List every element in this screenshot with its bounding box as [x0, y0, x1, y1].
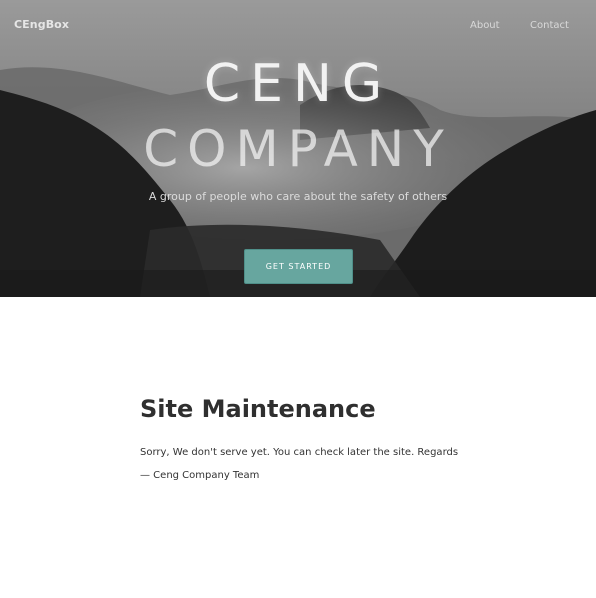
maintenance-section: Site Maintenance Sorry, We don't serve y… — [0, 297, 596, 598]
hero-title-line2: COMPANY — [143, 120, 453, 178]
brand-logo-link[interactable]: CEngBox — [14, 18, 69, 31]
page: CEngBox About Contact CENG COMPANY A gro… — [0, 0, 596, 598]
hero-section: CEngBox About Contact CENG COMPANY A gro… — [0, 0, 596, 297]
maintenance-heading: Site Maintenance — [140, 395, 376, 423]
maintenance-signature: — Ceng Company Team — [140, 470, 260, 481]
hero-title-line1: CENG — [203, 54, 393, 114]
maintenance-message: Sorry, We don't serve yet. You can check… — [140, 447, 459, 458]
nav-link-contact[interactable]: Contact — [530, 20, 569, 31]
get-started-button[interactable]: GET STARTED — [244, 249, 353, 284]
hero-subtitle: A group of people who care about the saf… — [148, 190, 448, 203]
nav-link-about[interactable]: About — [470, 20, 500, 31]
top-navbar: CEngBox About Contact — [0, 0, 596, 52]
